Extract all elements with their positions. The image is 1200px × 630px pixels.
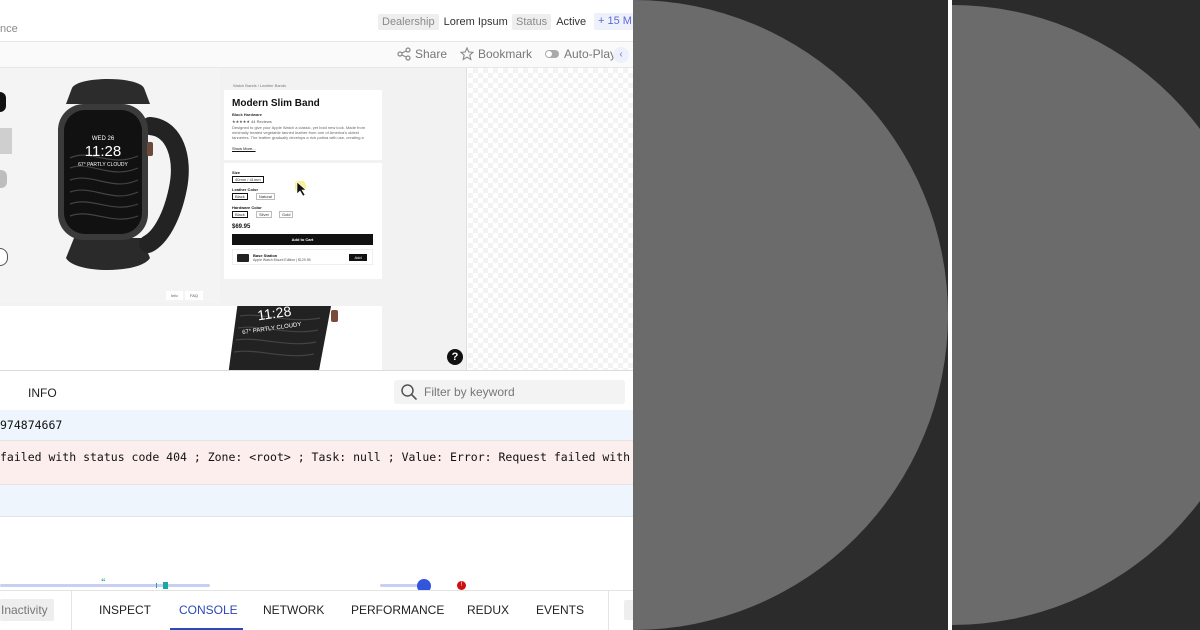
cursor-icon: [295, 181, 307, 197]
devtools-tab-bar: Inactivity INSPECT CONSOLE NETWORK PERFO…: [0, 590, 633, 630]
screen: { "header": { "title_fragment": "nce", "…: [0, 0, 1200, 630]
product-price: $69.95: [232, 224, 251, 230]
share-icon: [397, 47, 411, 61]
product-description: Designed to give your Apple Watch a clas…: [232, 125, 366, 140]
breadcrumb: Watch Bands / Leather Bands: [233, 83, 286, 88]
replay-timeline[interactable]: “ !: [0, 577, 633, 593]
replay-viewport[interactable]: WED 26 11:28 67° PARTLY CLOUDY Watch Ban…: [0, 68, 467, 370]
addon-description: Apple Watch Mount Edition | $129.95: [253, 258, 311, 262]
product-image: WED 26 11:28 67° PARTLY CLOUDY: [0, 68, 220, 303]
overflow-button[interactable]: [624, 600, 633, 620]
session-replay-app: nce Dealership Lorem Ipsum Status Active…: [0, 0, 633, 630]
player-action-bar: Share Bookmark Auto-Play: [0, 42, 633, 68]
decorative-panel: [952, 0, 1200, 630]
tab-performance[interactable]: PERFORMANCE: [351, 603, 444, 617]
leather-option[interactable]: Black: [232, 193, 248, 200]
size-option[interactable]: 40mm / 41mm: [232, 176, 264, 183]
filter-field[interactable]: [394, 380, 625, 404]
share-label: Share: [415, 47, 448, 61]
size-label: Size: [232, 170, 241, 175]
watch-image: WED 26 11:28 67° PARTLY CLOUDY: [58, 79, 189, 270]
error-marker[interactable]: !: [457, 581, 466, 590]
hardware-option[interactable]: Silver: [256, 211, 273, 218]
panel-divider: [948, 0, 952, 630]
meta-key: Dealership: [378, 13, 439, 30]
more-meta-badge[interactable]: + 15 M: [594, 13, 633, 30]
quote-marker[interactable]: “: [101, 577, 106, 587]
thumbnail[interactable]: [0, 92, 6, 112]
console-error-row[interactable]: failed with status code 404 ; Zone: <roo…: [0, 441, 633, 485]
star-icon: [460, 47, 474, 61]
inactivity-badge[interactable]: Inactivity: [0, 599, 54, 621]
meta-dealership: Dealership Lorem Ipsum: [378, 13, 508, 30]
bookmark-button[interactable]: Bookmark: [460, 47, 532, 61]
product-title: Modern Slim Band: [232, 98, 320, 109]
console-level-tab[interactable]: INFO: [28, 386, 57, 400]
add-to-cart-button[interactable]: Add to Cart: [232, 234, 373, 245]
thumbnail[interactable]: [0, 170, 7, 188]
thumbnail[interactable]: [0, 128, 12, 154]
base-station-icon: [237, 254, 249, 262]
show-more-link[interactable]: Show More...: [232, 146, 256, 151]
divider: [608, 591, 609, 630]
watch-closeup-image: 11:28 67° PARTLY CLOUDY: [228, 301, 338, 370]
meta-status: Status Active: [512, 13, 586, 30]
product-reviews: ★★★★★ 44 Reviews: [232, 119, 272, 124]
meta-key: Status: [512, 13, 552, 30]
timeline-tick: [156, 583, 157, 588]
watch-weather: 67° PARTLY CLOUDY: [78, 162, 128, 168]
console-log-row[interactable]: [0, 485, 633, 517]
meta-value: Active: [556, 15, 587, 28]
event-marker[interactable]: [163, 582, 168, 589]
info-mini-button[interactable]: Info: [166, 291, 183, 300]
tab-console[interactable]: CONSOLE: [179, 603, 238, 617]
share-button[interactable]: Share: [397, 47, 447, 61]
chevron-left-icon[interactable]: ‹: [613, 47, 629, 63]
hardware-color-label: Hardware Color: [232, 205, 262, 210]
hardware-option[interactable]: Black: [232, 211, 248, 218]
leather-option[interactable]: Natural: [256, 193, 275, 200]
tab-inspect[interactable]: INSPECT: [99, 603, 151, 617]
watch-date: WED 26: [92, 136, 115, 142]
addon-item: Base Station Apple Watch Mount Edition |…: [232, 249, 373, 265]
viewport-background: [468, 68, 633, 370]
leather-color-label: Leather Color: [232, 187, 259, 192]
faq-mini-button[interactable]: FAQ: [185, 291, 204, 300]
tab-redux[interactable]: REDUX: [467, 603, 509, 617]
decorative-panel: [633, 0, 948, 630]
tab-network[interactable]: NETWORK: [263, 603, 324, 617]
tab-events[interactable]: EVENTS: [536, 603, 584, 617]
filter-input[interactable]: [424, 384, 619, 400]
session-title: nce: [0, 23, 18, 35]
watch-time: 11:28: [85, 143, 121, 160]
half-circle-shape: [952, 5, 1200, 625]
meta-value: Lorem Ipsum: [443, 15, 508, 28]
help-icon[interactable]: ?: [447, 349, 463, 365]
addon-add-button[interactable]: Add: [349, 254, 367, 261]
session-header: nce Dealership Lorem Ipsum Status Active…: [0, 0, 633, 42]
console-header: INFO: [0, 370, 633, 410]
autoplay-label: Auto-Play: [564, 47, 617, 61]
search-icon: [401, 384, 417, 400]
lower-product-section: 11:28 67° PARTLY CLOUDY: [0, 301, 382, 370]
autoplay-toggle[interactable]: Auto-Play: [545, 47, 616, 61]
divider: [71, 591, 72, 630]
bookmark-label: Bookmark: [478, 47, 533, 61]
product-info-card: Modern Slim Band Black Hardware ★★★★★ 44…: [224, 90, 382, 160]
half-circle-shape: [633, 0, 948, 630]
toggle-switch[interactable]: [545, 50, 559, 58]
product-subtitle: Black Hardware: [232, 112, 263, 117]
console-log-row[interactable]: 974874667: [0, 410, 633, 441]
hardware-option[interactable]: Gold: [279, 211, 294, 218]
